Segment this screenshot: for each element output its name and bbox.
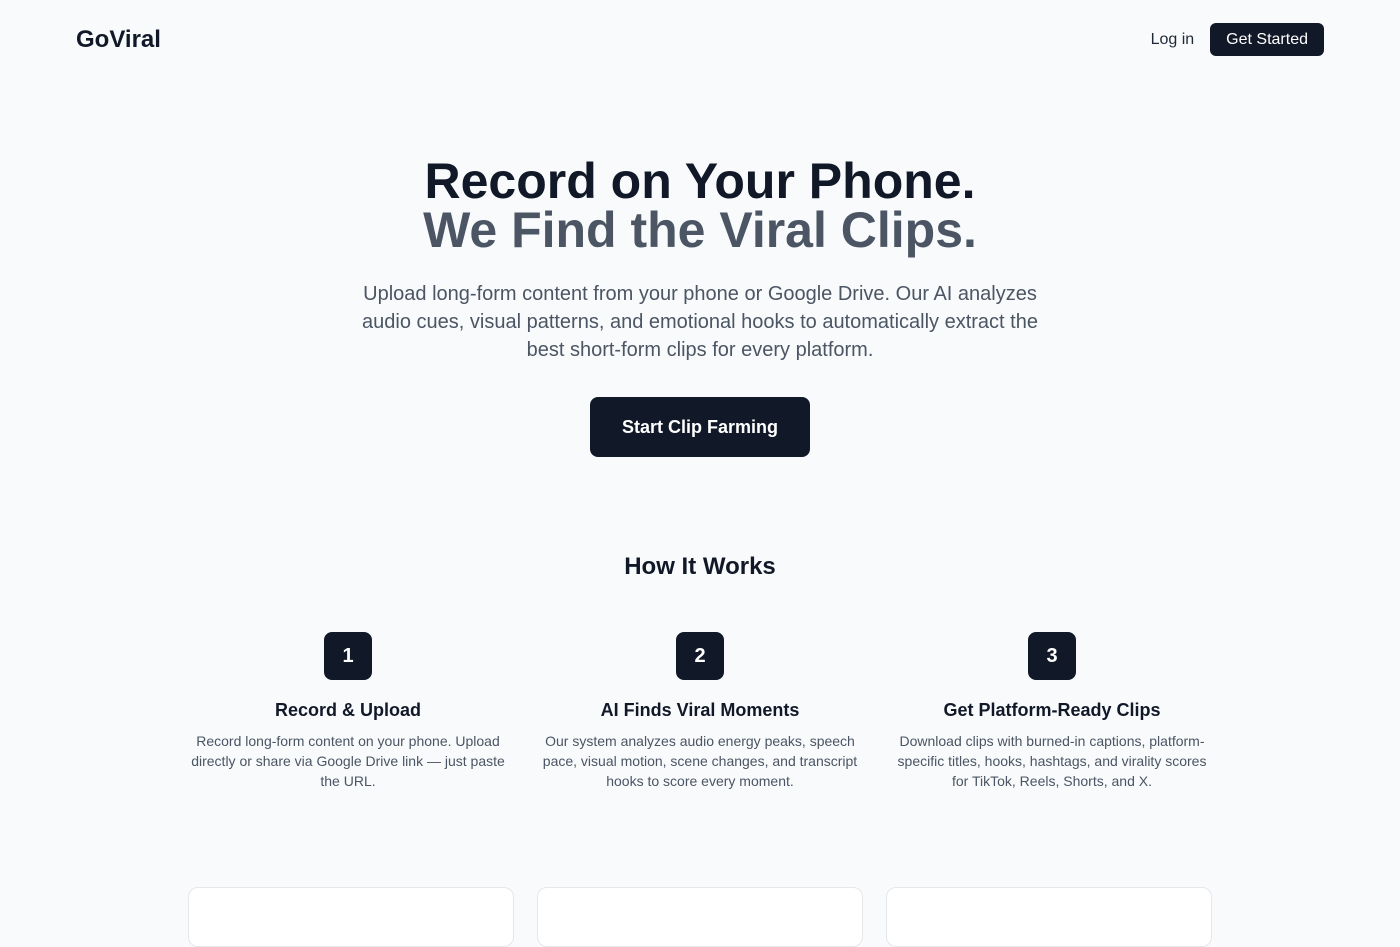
- step-item: 1 Record & Upload Record long-form conte…: [172, 632, 524, 791]
- start-clip-farming-button[interactable]: Start Clip Farming: [590, 397, 810, 457]
- steps-list: 1 Record & Upload Record long-form conte…: [172, 632, 1228, 791]
- feature-card: [537, 887, 863, 947]
- step-item: 3 Get Platform-Ready Clips Download clip…: [876, 632, 1228, 791]
- step-title: Get Platform-Ready Clips: [943, 700, 1161, 720]
- step-title: AI Finds Viral Moments: [600, 700, 800, 720]
- hero-section: Record on Your Phone. We Find the Viral …: [0, 156, 1400, 457]
- hero-title-line-2: We Find the Viral Clips.: [423, 202, 977, 258]
- step-number-badge: 2: [676, 632, 724, 680]
- step-description: Download clips with burned-in captions, …: [897, 733, 1207, 789]
- hero-title-line-1: Record on Your Phone.: [424, 153, 976, 209]
- feature-cards: [188, 887, 1212, 947]
- nav-actions: Log in Get Started: [1151, 23, 1324, 56]
- step-item: 2 AI Finds Viral Moments Our system anal…: [524, 632, 876, 791]
- feature-card: [886, 887, 1212, 947]
- step-description: Our system analyzes audio energy peaks, …: [542, 733, 858, 789]
- top-nav: GoViral Log in Get Started: [0, 0, 1400, 80]
- how-it-works-title: How It Works: [624, 553, 776, 580]
- step-title: Record & Upload: [274, 700, 421, 720]
- login-link[interactable]: Log in: [1151, 27, 1195, 53]
- step-number-badge: 3: [1028, 632, 1076, 680]
- get-started-button[interactable]: Get Started: [1210, 23, 1324, 56]
- step-description: Record long-form content on your phone. …: [191, 733, 505, 789]
- hero-title: Record on Your Phone. We Find the Viral …: [0, 153, 1400, 258]
- feature-card: [188, 887, 514, 947]
- step-number-badge: 1: [324, 632, 372, 680]
- logo[interactable]: GoViral: [76, 26, 161, 54]
- hero-subtitle: Upload long-form content from your phone…: [362, 283, 1038, 361]
